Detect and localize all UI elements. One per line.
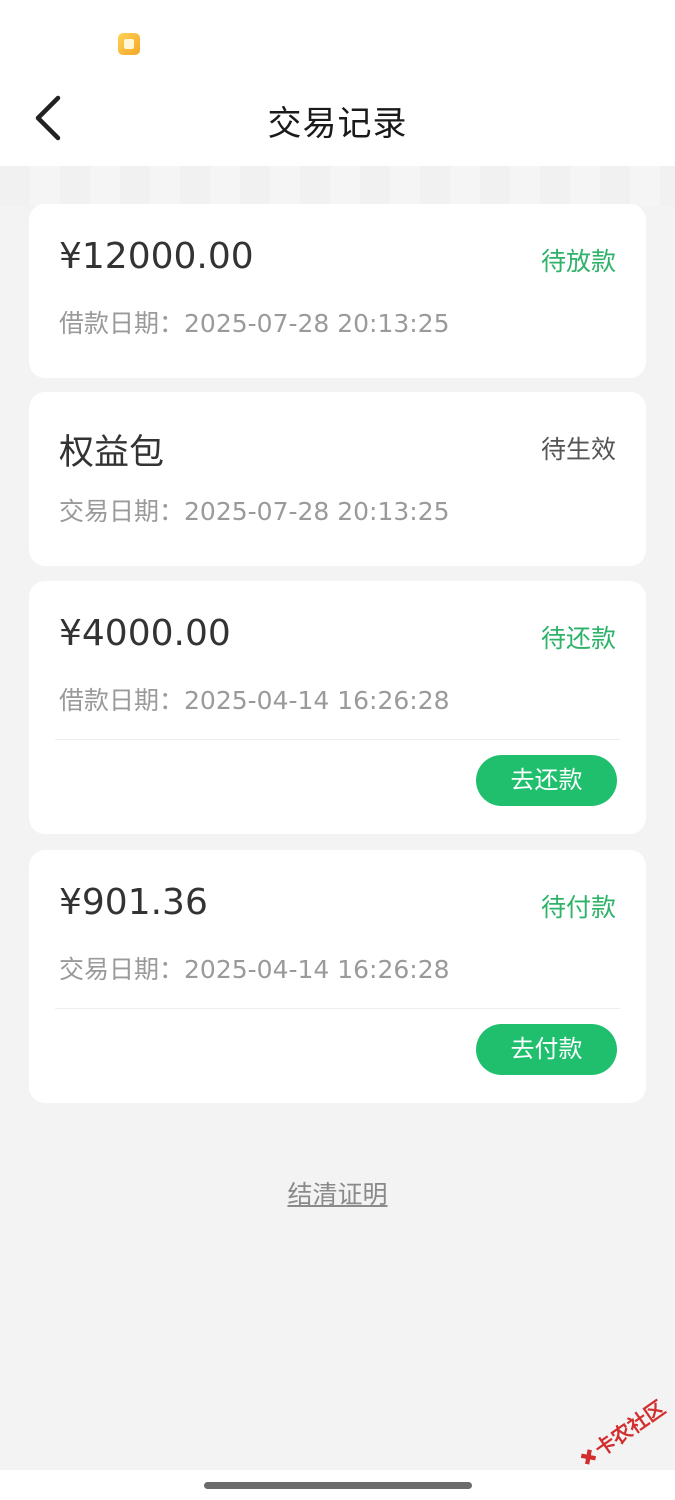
record-amount: ¥4000.00 xyxy=(59,613,231,654)
record-card-loan[interactable]: ¥12000.00 待放款 借款日期：2025-07-28 20:13:25 xyxy=(29,204,646,378)
record-date: 借款日期：2025-07-28 20:13:25 xyxy=(59,304,450,340)
record-card-repayment[interactable]: ¥4000.00 待还款 借款日期：2025-04-14 16:26:28 去还… xyxy=(29,581,646,834)
record-card-benefit-pack[interactable]: 权益包 待生效 交易日期：2025-07-28 20:13:25 xyxy=(29,392,646,566)
pay-button[interactable]: 去付款 xyxy=(476,1024,617,1075)
record-date-label: 交易日期： xyxy=(59,497,185,526)
card-divider xyxy=(55,1008,620,1009)
record-date: 交易日期：2025-07-28 20:13:25 xyxy=(59,492,450,528)
record-date-value: 2025-07-28 20:13:25 xyxy=(184,497,450,526)
record-status: 待还款 xyxy=(540,624,616,653)
record-amount: ¥901.36 xyxy=(59,882,208,923)
record-date: 交易日期：2025-04-14 16:26:28 xyxy=(59,950,450,986)
record-status: 待生效 xyxy=(540,435,616,464)
watermark: ✖卡农社区 xyxy=(573,1392,671,1472)
repay-button[interactable]: 去还款 xyxy=(476,755,617,806)
record-date-label: 借款日期： xyxy=(59,309,185,338)
record-date-value: 2025-07-28 20:13:25 xyxy=(184,309,450,338)
nav-bar: 交易记录 xyxy=(0,78,675,166)
record-status: 待放款 xyxy=(540,247,616,276)
page-title: 交易记录 xyxy=(267,104,408,144)
record-card-payment[interactable]: ¥901.36 待付款 交易日期：2025-04-14 16:26:28 去付款 xyxy=(29,850,646,1103)
record-date-label: 借款日期： xyxy=(59,686,185,715)
record-date: 借款日期：2025-04-14 16:26:28 xyxy=(59,681,450,717)
settlement-certificate-link[interactable]: 结清证明 xyxy=(0,1175,675,1211)
record-title: 权益包 xyxy=(59,433,165,473)
record-date-value: 2025-04-14 16:26:28 xyxy=(184,955,450,984)
watermark-text: 卡农社区 xyxy=(590,1395,670,1462)
record-date-value: 2025-04-14 16:26:28 xyxy=(184,686,450,715)
status-bar xyxy=(0,0,675,78)
record-amount: ¥12000.00 xyxy=(59,236,254,277)
home-indicator[interactable] xyxy=(204,1482,472,1489)
record-date-label: 交易日期： xyxy=(59,955,185,984)
background-band xyxy=(0,166,675,206)
notification-app-icon xyxy=(118,33,140,55)
card-divider xyxy=(55,739,620,740)
record-status: 待付款 xyxy=(540,893,616,922)
